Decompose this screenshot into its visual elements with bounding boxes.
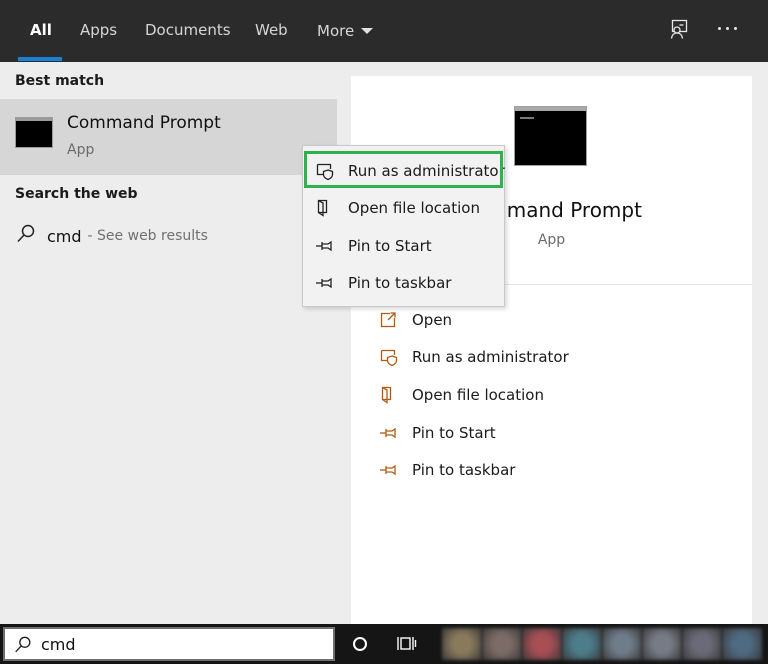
run-as-admin-icon: [377, 346, 399, 368]
tab-more[interactable]: More: [317, 19, 374, 43]
best-match-result[interactable]: Command Prompt App: [0, 99, 337, 175]
action-open[interactable]: Open: [377, 307, 452, 333]
pinned-app[interactable]: [602, 628, 642, 660]
web-result-query: cmd: [47, 226, 82, 246]
tab-all[interactable]: All: [30, 19, 52, 43]
context-pin-to-taskbar[interactable]: Pin to taskbar: [313, 270, 451, 296]
results-pane: Best match Command Prompt App Search the…: [0, 62, 337, 624]
taskbar-search-box[interactable]: [3, 627, 335, 661]
action-pin-to-taskbar-label: Pin to taskbar: [412, 461, 516, 479]
best-match-heading: Best match: [15, 73, 105, 89]
active-tab-indicator: [18, 57, 62, 61]
action-open-file-location[interactable]: Open file location: [377, 382, 544, 408]
cortana-icon[interactable]: [353, 637, 367, 651]
tab-apps[interactable]: Apps: [80, 19, 117, 43]
pin-icon: [377, 422, 399, 444]
pinned-app[interactable]: [682, 628, 722, 660]
pinned-app[interactable]: [642, 628, 682, 660]
action-pin-to-taskbar[interactable]: Pin to taskbar: [377, 457, 515, 483]
pinned-app[interactable]: [482, 628, 522, 660]
file-location-icon: [377, 384, 399, 406]
pin-icon: [313, 272, 335, 294]
pin-icon: [377, 459, 399, 481]
best-match-title: Command Prompt: [67, 113, 221, 133]
pinned-app[interactable]: [722, 628, 762, 660]
action-pin-to-start[interactable]: Pin to Start: [377, 420, 496, 446]
chevron-down-icon: [361, 28, 374, 34]
run-as-admin-icon: [313, 160, 335, 182]
context-run-as-administrator[interactable]: Run as administrator: [313, 158, 505, 184]
context-open-file-location[interactable]: Open file location: [313, 195, 480, 221]
open-icon: [377, 309, 399, 331]
tab-documents[interactable]: Documents: [145, 19, 231, 43]
taskbar: [0, 624, 768, 664]
context-menu: Run as administrator Open file location …: [302, 145, 505, 307]
search-filter-bar: All Apps Documents Web More: [0, 0, 768, 62]
more-options-icon[interactable]: [718, 27, 737, 30]
context-run-as-administrator-label: Run as administrator: [348, 162, 505, 180]
search-icon: [15, 223, 37, 249]
action-run-as-administrator[interactable]: Run as administrator: [377, 344, 569, 370]
search-input[interactable]: [41, 633, 321, 655]
pinned-app[interactable]: [522, 628, 562, 660]
context-pin-to-start-label: Pin to Start: [348, 237, 432, 255]
pinned-app[interactable]: [562, 628, 602, 660]
search-icon: [13, 635, 33, 659]
action-pin-to-start-label: Pin to Start: [412, 424, 496, 442]
command-prompt-icon: [514, 106, 587, 166]
action-run-as-administrator-label: Run as administrator: [412, 348, 569, 366]
web-result-hint: - See web results: [87, 228, 208, 244]
file-location-icon: [313, 197, 335, 219]
context-open-file-location-label: Open file location: [348, 199, 480, 217]
tab-web[interactable]: Web: [255, 19, 288, 43]
best-match-subtitle: App: [67, 142, 95, 158]
web-result-row[interactable]: cmd - See web results: [15, 224, 208, 248]
action-open-label: Open: [412, 311, 453, 329]
context-pin-to-start[interactable]: Pin to Start: [313, 233, 432, 259]
task-view-icon[interactable]: [396, 634, 418, 658]
context-pin-to-taskbar-label: Pin to taskbar: [348, 274, 452, 292]
action-open-file-location-label: Open file location: [412, 386, 544, 404]
pinned-app[interactable]: [442, 628, 482, 660]
feedback-icon[interactable]: [667, 17, 691, 41]
tab-more-label: More: [317, 22, 355, 40]
search-web-heading: Search the web: [15, 186, 138, 202]
pin-icon: [313, 235, 335, 257]
command-prompt-icon: [15, 117, 53, 148]
